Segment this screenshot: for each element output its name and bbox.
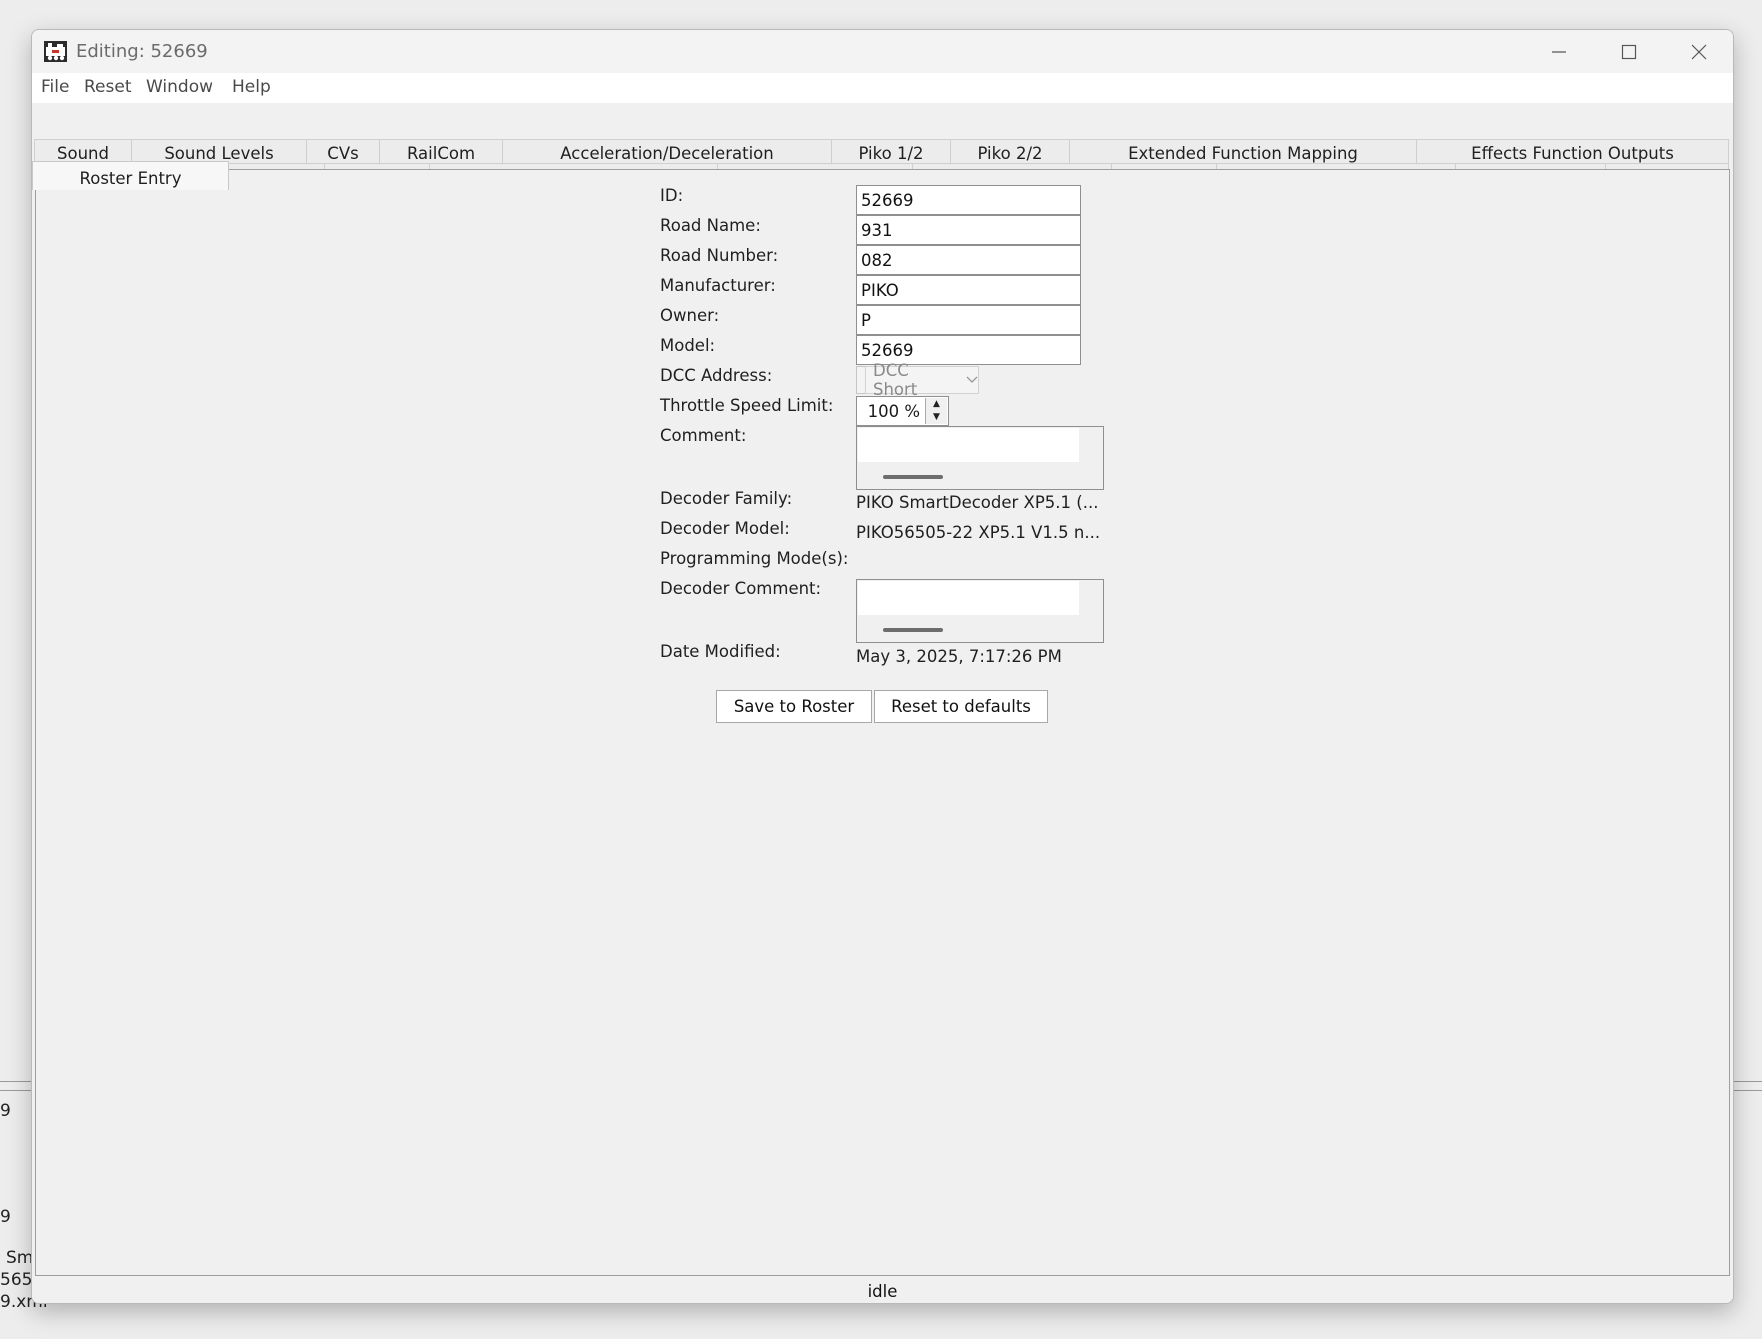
locomotive-icon: [44, 41, 67, 62]
date-modified-label: Date Modified:: [660, 642, 781, 661]
menu-help[interactable]: Help: [232, 77, 271, 97]
horizontal-scrollbar[interactable]: [883, 475, 943, 479]
tab-cvs[interactable]: CVs: [306, 139, 380, 165]
owner-field[interactable]: P: [856, 305, 1081, 335]
dcc-address-mode-value: DCC Short: [873, 361, 918, 399]
programming-modes-label: Programming Mode(s):: [660, 549, 849, 568]
menu-window[interactable]: Window: [146, 77, 213, 97]
window-title: Editing: 52669: [76, 41, 208, 62]
decoder-family-label: Decoder Family:: [660, 489, 793, 508]
bg-text: 9: [0, 1101, 11, 1121]
dcc-address-mode-select[interactable]: DCC Short: [865, 361, 979, 399]
menu-bar: File Reset Window Help: [32, 73, 1733, 103]
comment-textarea[interactable]: [856, 426, 1104, 490]
throttle-speed-limit-label: Throttle Speed Limit:: [660, 396, 834, 415]
throttle-speed-limit-value: 100 %: [867, 401, 920, 421]
reset-to-defaults-button[interactable]: Reset to defaults: [874, 690, 1048, 723]
close-button[interactable]: [1664, 30, 1733, 73]
minimize-icon: [1552, 50, 1566, 53]
maximize-icon: [1621, 44, 1637, 59]
menu-file[interactable]: File: [41, 77, 69, 97]
save-to-roster-button[interactable]: Save to Roster: [716, 690, 872, 723]
manufacturer-label: Manufacturer:: [660, 276, 776, 295]
road-number-label: Road Number:: [660, 246, 779, 265]
spinner-down-icon[interactable]: ▼: [926, 411, 947, 424]
tab-extended-function-mapping[interactable]: Extended Function Mapping: [1069, 139, 1417, 165]
bg-text: 9: [0, 1207, 11, 1227]
tab-effects-function-outputs[interactable]: Effects Function Outputs: [1416, 139, 1729, 165]
spinner-buttons: ▲ ▼: [925, 398, 947, 424]
comment-input[interactable]: [858, 428, 1079, 462]
date-modified-value: May 3, 2025, 7:17:26 PM: [856, 647, 1062, 666]
chevron-down-icon: [966, 376, 978, 383]
spinner-up-icon[interactable]: ▲: [926, 398, 947, 411]
tab-piko-1-2[interactable]: Piko 1/2: [831, 139, 951, 165]
decoder-comment-label: Decoder Comment:: [660, 579, 822, 598]
tab-railcom[interactable]: RailCom: [379, 139, 503, 165]
throttle-speed-limit-spinner[interactable]: 100 % ▲ ▼: [856, 396, 949, 426]
menu-reset[interactable]: Reset: [84, 77, 132, 97]
decoder-model-value: PIKO56505-22 XP5.1 V1.5 n...: [856, 523, 1101, 542]
id-field[interactable]: 52669: [856, 185, 1081, 215]
owner-label: Owner:: [660, 306, 720, 325]
tab-acceleration-deceleration[interactable]: Acceleration/Deceleration: [502, 139, 832, 165]
title-bar[interactable]: Editing: 52669: [32, 30, 1733, 73]
model-label: Model:: [660, 336, 716, 355]
tab-piko-2-2[interactable]: Piko 2/2: [950, 139, 1070, 165]
status-bar: idle: [32, 1279, 1733, 1303]
road-name-label: Road Name:: [660, 216, 761, 235]
editor-window: Editing: 52669 File Reset Window Help So…: [31, 29, 1734, 1304]
decoder-comment-textarea[interactable]: [856, 579, 1104, 643]
decoder-family-value: PIKO SmartDecoder XP5.1 (...: [856, 493, 1099, 512]
comment-label: Comment:: [660, 426, 747, 445]
close-icon: [1691, 44, 1707, 59]
maximize-button[interactable]: [1594, 30, 1664, 73]
decoder-model-label: Decoder Model:: [660, 519, 790, 538]
tab-roster-entry[interactable]: Roster Entry: [32, 161, 229, 190]
road-name-field[interactable]: 931: [856, 215, 1081, 245]
road-number-field[interactable]: 082: [856, 245, 1081, 275]
roster-entry-panel: ID: Road Name: Road Number: Manufacturer…: [35, 169, 1730, 1276]
manufacturer-field[interactable]: PIKO: [856, 275, 1081, 305]
id-label: ID:: [660, 186, 684, 205]
horizontal-scrollbar[interactable]: [883, 628, 943, 632]
decoder-comment-input[interactable]: [858, 581, 1079, 615]
minimize-button[interactable]: [1524, 30, 1594, 73]
dcc-address-label: DCC Address:: [660, 366, 773, 385]
